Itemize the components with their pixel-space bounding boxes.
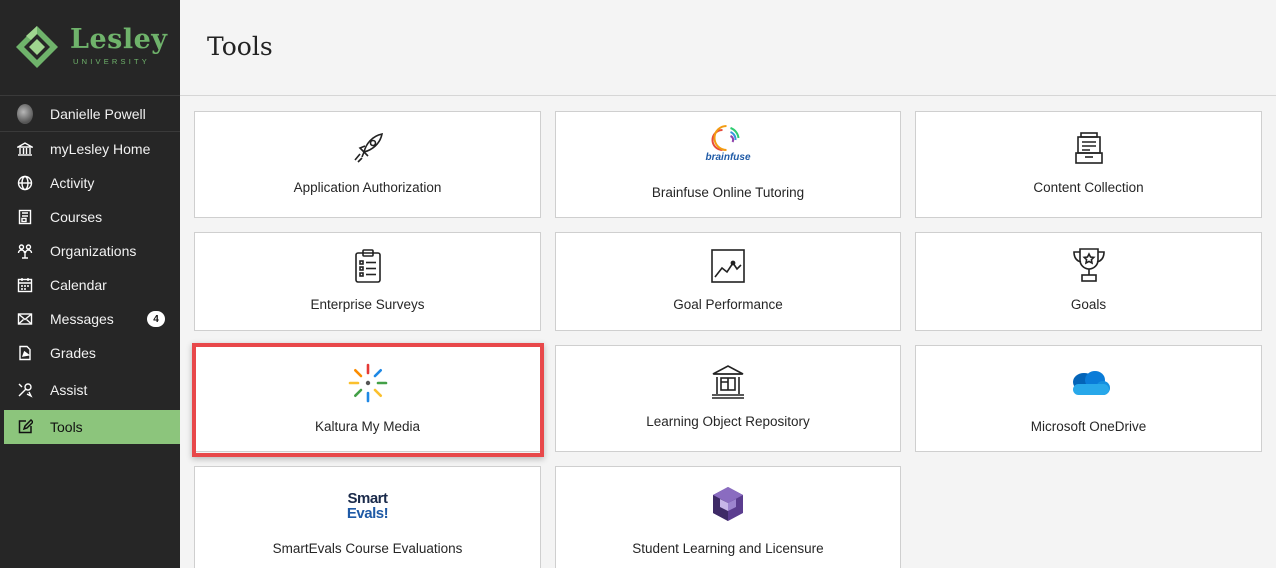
smartevals-wordmark-bottom: Evals!: [346, 505, 389, 522]
tool-label: Enterprise Surveys: [310, 297, 425, 312]
brainfuse-logo: brainfuse: [705, 124, 751, 163]
institution-icon: [17, 141, 33, 157]
sidebar-item-label: Activity: [50, 175, 95, 191]
tool-label: SmartEvals Course Evaluations: [272, 541, 463, 556]
tool-label: Goals: [1070, 297, 1107, 312]
tool-label: Microsoft OneDrive: [1030, 419, 1147, 434]
edit-icon: [17, 419, 33, 435]
tool-tile-goal-performance[interactable]: Goal Performance: [555, 232, 901, 331]
tool-tile-goals[interactable]: Goals: [915, 232, 1262, 331]
avatar: [17, 103, 33, 124]
tool-label: Kaltura My Media: [314, 419, 421, 434]
tool-tile-microsoft-onedrive[interactable]: Microsoft OneDrive: [915, 345, 1262, 452]
tool-tile-brainfuse[interactable]: brainfuse Brainfuse Online Tutoring: [555, 111, 901, 218]
mail-icon: [17, 311, 33, 327]
sidebar-item-mylesley-home[interactable]: myLesley Home: [0, 132, 180, 166]
clipboard-icon: [352, 248, 384, 284]
rocket-icon: [352, 132, 384, 164]
sidebar: Lesley UNIVERSITY Danielle Powell myLesl…: [0, 0, 180, 568]
tool-tile-student-learning-licensure[interactable]: Student Learning and Licensure: [555, 466, 901, 568]
brand-name: Lesley: [70, 24, 168, 55]
smartevals-wordmark-top: Smart: [347, 490, 388, 507]
tool-tile-content-collection[interactable]: Content Collection: [915, 111, 1262, 218]
repository-icon: [710, 364, 746, 400]
tool-tile-smartevals[interactable]: Smart Evals! SmartEvals Course Evaluatio…: [194, 466, 541, 568]
tool-tile-application-authorization[interactable]: Application Authorization: [194, 111, 541, 218]
sidebar-item-label: Messages: [50, 311, 114, 327]
book-icon: [17, 209, 33, 225]
page-header: Tools: [180, 0, 1276, 96]
tool-label: Learning Object Repository: [646, 414, 810, 429]
brainfuse-wordmark: brainfuse: [705, 152, 751, 163]
tools-assist-icon: [17, 382, 33, 398]
sidebar-item-profile[interactable]: Danielle Powell: [0, 96, 180, 132]
content-collection-icon: [1073, 131, 1105, 167]
tool-label: Brainfuse Online Tutoring: [651, 185, 805, 200]
globe-icon: [17, 175, 33, 191]
sidebar-item-grades[interactable]: Grades: [0, 336, 180, 370]
tool-label: Goal Performance: [673, 297, 783, 312]
smartevals-logo: Smart Evals!: [346, 490, 389, 522]
chart-icon: [711, 249, 745, 283]
people-icon: [17, 243, 33, 259]
trophy-icon: [1071, 246, 1107, 284]
sidebar-item-label: Assist: [50, 382, 88, 398]
cube-logo: [710, 485, 746, 523]
sidebar-item-activity[interactable]: Activity: [0, 166, 180, 200]
sidebar-item-tools[interactable]: Tools: [4, 410, 180, 444]
sidebar-item-label: myLesley Home: [50, 141, 151, 157]
tool-label: Application Authorization: [293, 180, 442, 195]
lesley-diamond-icon: [16, 26, 58, 68]
grades-icon: [17, 345, 33, 361]
onedrive-icon: [1067, 368, 1111, 398]
sidebar-item-label: Courses: [50, 209, 103, 225]
sidebar-nav: Danielle Powell myLesley Home Activity C…: [0, 96, 180, 444]
tool-label: Content Collection: [1033, 180, 1144, 195]
sidebar-item-calendar[interactable]: Calendar: [0, 268, 180, 302]
page-title: Tools: [207, 32, 273, 61]
brand-sub: UNIVERSITY: [73, 57, 151, 66]
messages-count-badge: 4: [147, 311, 165, 327]
sidebar-item-messages[interactable]: Messages 4: [0, 302, 180, 336]
sidebar-item-assist[interactable]: Assist: [0, 370, 180, 410]
sidebar-item-label: Danielle Powell: [50, 105, 146, 122]
sidebar-item-courses[interactable]: Courses: [0, 200, 180, 234]
sidebar-item-label: Calendar: [50, 277, 107, 293]
sidebar-item-organizations[interactable]: Organizations: [0, 234, 180, 268]
tool-tile-kaltura-my-media[interactable]: Kaltura My Media: [194, 345, 541, 452]
lesley-logo[interactable]: Lesley UNIVERSITY: [0, 0, 180, 96]
sidebar-item-label: Organizations: [50, 243, 137, 259]
sidebar-item-label: Tools: [50, 419, 83, 435]
sidebar-item-label: Grades: [50, 345, 96, 361]
calendar-icon: [17, 277, 33, 293]
tool-tile-enterprise-surveys[interactable]: Enterprise Surveys: [194, 232, 541, 331]
kaltura-logo: [347, 362, 389, 404]
tool-label: Student Learning and Licensure: [632, 541, 824, 556]
tool-tile-learning-object-repository[interactable]: Learning Object Repository: [555, 345, 901, 452]
